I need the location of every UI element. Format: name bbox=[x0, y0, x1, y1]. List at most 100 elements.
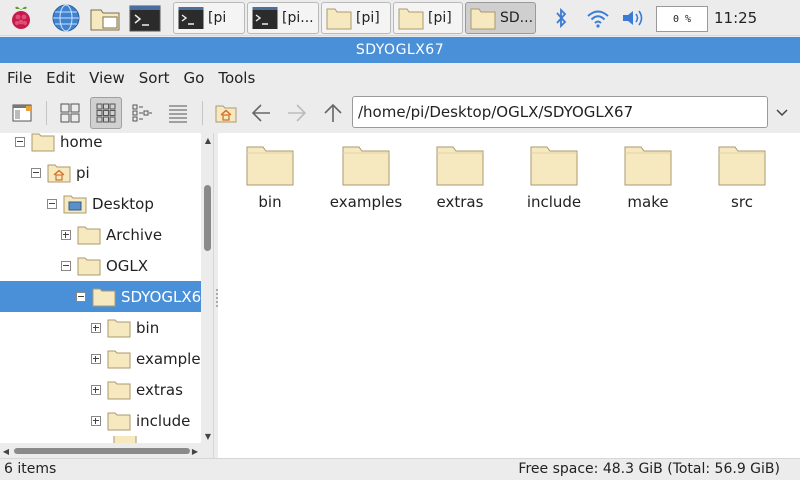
folder-icon bbox=[326, 6, 352, 30]
tree-item-home[interactable]: home bbox=[0, 133, 201, 157]
tree-item-extras[interactable]: extras bbox=[0, 374, 201, 405]
list-view-icon bbox=[169, 105, 187, 123]
forward-button[interactable] bbox=[281, 97, 313, 129]
small-icons-view-icon bbox=[96, 103, 116, 123]
new-window-icon bbox=[12, 104, 32, 122]
tree-item-label: home bbox=[60, 133, 103, 151]
compact-view-icon bbox=[132, 104, 152, 122]
folder-icon bbox=[246, 146, 294, 186]
scroll-right-arrow-icon[interactable]: ▶ bbox=[190, 446, 200, 456]
task-folder-2[interactable]: [pi] bbox=[393, 2, 463, 34]
view-list-button[interactable] bbox=[162, 97, 194, 129]
view-thumbnails-button[interactable] bbox=[90, 97, 122, 129]
tree-item-label: pi bbox=[76, 163, 90, 182]
scroll-down-arrow-icon[interactable]: ▼ bbox=[203, 431, 213, 441]
task-folder-active[interactable]: SD... bbox=[465, 2, 536, 34]
file-name: include bbox=[526, 193, 582, 211]
cpu-monitor[interactable]: 0 % bbox=[656, 6, 708, 32]
task-terminal-1[interactable]: [pi bbox=[173, 2, 245, 34]
tree-horizontal-scroll-thumb[interactable] bbox=[14, 448, 190, 454]
folder-icon bbox=[31, 133, 55, 151]
file-name: src bbox=[731, 193, 753, 211]
raspberry-menu-icon[interactable] bbox=[6, 3, 36, 33]
collapse-toggle[interactable] bbox=[31, 167, 41, 178]
tree-horizontal-scrollbar[interactable]: ◀ ▶ bbox=[0, 443, 213, 458]
view-icons-button[interactable] bbox=[54, 97, 86, 129]
bluetooth-icon[interactable] bbox=[550, 0, 572, 36]
menu-bar: File Edit View Sort Go Tools bbox=[0, 63, 800, 93]
expand-toggle[interactable] bbox=[91, 322, 101, 333]
file-view[interactable]: bin examples extras include make src bbox=[218, 133, 800, 458]
path-input[interactable]: /home/pi/Desktop/OGLX/SDYOGLX67 bbox=[352, 96, 768, 128]
file-item-bin[interactable]: bin bbox=[223, 143, 317, 223]
tree-item-label: include bbox=[136, 411, 191, 430]
expand-toggle[interactable] bbox=[91, 415, 101, 426]
file-item-include[interactable]: include bbox=[507, 143, 601, 223]
folder-icon bbox=[342, 146, 390, 186]
scroll-left-arrow-icon[interactable]: ◀ bbox=[1, 446, 11, 456]
folder-icon bbox=[107, 381, 131, 399]
home-button[interactable] bbox=[210, 97, 242, 129]
tree-item-examples[interactable]: examples bbox=[0, 343, 208, 374]
file-name: bin bbox=[258, 193, 282, 211]
tree-vertical-scrollbar[interactable]: ▲ ▼ bbox=[201, 133, 213, 443]
file-manager-icon[interactable] bbox=[89, 3, 123, 33]
scroll-up-arrow-icon[interactable]: ▲ bbox=[203, 135, 213, 145]
back-button[interactable] bbox=[245, 97, 277, 129]
folder-icon bbox=[107, 319, 131, 337]
task-label: [pi] bbox=[356, 10, 380, 26]
folder-icon bbox=[107, 350, 131, 368]
new-window-button[interactable] bbox=[6, 97, 38, 129]
folder-tree[interactable]: home pi Desktop Archive OGLX SDYOGLX67 b… bbox=[0, 133, 214, 458]
menu-edit[interactable]: Edit bbox=[46, 69, 75, 87]
collapse-toggle[interactable] bbox=[61, 260, 71, 271]
collapse-toggle[interactable] bbox=[15, 136, 25, 147]
browser-globe-icon[interactable] bbox=[51, 3, 81, 33]
file-item-make[interactable]: make bbox=[601, 143, 695, 223]
task-folder-1[interactable]: [pi] bbox=[321, 2, 391, 34]
tree-item-include[interactable]: include bbox=[0, 405, 201, 436]
toolbar-separator bbox=[46, 101, 47, 125]
terminal-icon[interactable] bbox=[129, 3, 161, 33]
folder-icon bbox=[530, 146, 578, 186]
view-compact-button[interactable] bbox=[126, 97, 158, 129]
volume-icon[interactable] bbox=[620, 0, 646, 36]
clock[interactable]: 11:25 bbox=[714, 0, 757, 36]
menu-sort[interactable]: Sort bbox=[139, 69, 170, 87]
tree-vertical-scroll-thumb[interactable] bbox=[204, 185, 211, 251]
folder-icon bbox=[107, 412, 131, 430]
folder-icon bbox=[92, 288, 116, 306]
tree-item-desktop[interactable]: Desktop bbox=[0, 188, 201, 219]
tree-item-archive[interactable]: Archive bbox=[0, 219, 201, 250]
menu-go[interactable]: Go bbox=[184, 69, 205, 87]
folder-icon bbox=[77, 257, 101, 275]
tree-item-label: examples bbox=[136, 349, 209, 368]
menu-tools[interactable]: Tools bbox=[218, 69, 255, 87]
tree-item-sdyoglx67[interactable]: SDYOGLX67 bbox=[0, 281, 211, 312]
path-history-button[interactable] bbox=[772, 103, 792, 123]
collapse-toggle[interactable] bbox=[76, 291, 86, 302]
folder-icon bbox=[436, 146, 484, 186]
up-button[interactable] bbox=[317, 97, 349, 129]
collapse-toggle[interactable] bbox=[47, 198, 57, 209]
task-label: SD... bbox=[500, 10, 534, 26]
arrow-up-icon bbox=[324, 103, 342, 122]
file-item-src[interactable]: src bbox=[695, 143, 789, 223]
task-terminal-2[interactable]: [pi... bbox=[247, 2, 319, 34]
window-title: SDYOGLX67 bbox=[0, 37, 800, 63]
expand-toggle[interactable] bbox=[91, 384, 101, 395]
expand-toggle[interactable] bbox=[61, 229, 71, 240]
file-item-examples[interactable]: examples bbox=[319, 143, 413, 223]
menu-file[interactable]: File bbox=[7, 69, 32, 87]
expand-toggle[interactable] bbox=[91, 353, 101, 364]
tree-item-oglx[interactable]: OGLX bbox=[0, 250, 201, 281]
terminal-icon bbox=[178, 6, 204, 30]
folder-icon bbox=[470, 6, 496, 30]
wifi-icon[interactable] bbox=[584, 0, 612, 36]
tree-item-bin[interactable]: bin bbox=[0, 312, 201, 343]
menu-view[interactable]: View bbox=[89, 69, 125, 87]
chevron-down-icon bbox=[776, 109, 788, 117]
tree-item-pi[interactable]: pi bbox=[0, 157, 201, 188]
tree-item-label: Archive bbox=[106, 225, 163, 244]
file-item-extras[interactable]: extras bbox=[413, 143, 507, 223]
